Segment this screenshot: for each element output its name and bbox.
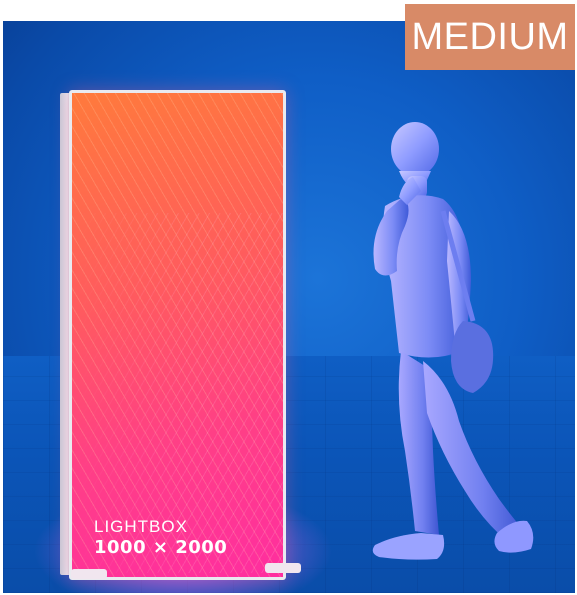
person-shoe-left [372,533,445,560]
product-photo: LIGHTBOX 1000 × 2000 [3,21,575,593]
walking-person-figure [372,122,534,560]
shoulder-bag [451,321,494,393]
person-head [391,122,439,176]
size-badge: MEDIUM [405,4,575,70]
